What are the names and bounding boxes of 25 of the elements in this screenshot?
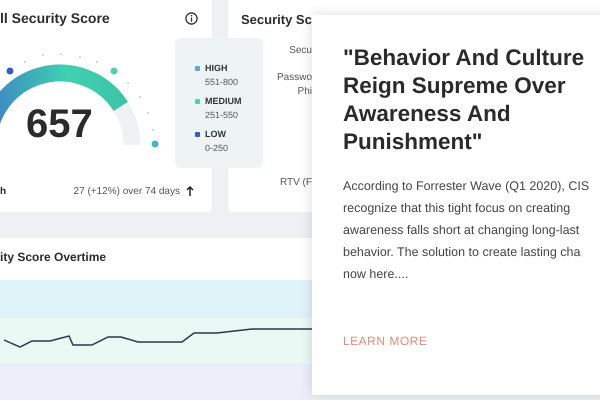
popup-text: now here.... (343, 266, 410, 283)
category-label: RTV (F (280, 176, 312, 190)
popup-text: recognize that this tight focus on creating (343, 200, 572, 217)
footer-label: h (0, 185, 6, 199)
up-arrow-icon (186, 186, 194, 197)
category-label: Phi (298, 85, 312, 99)
popup-text: According to Forrester Wave (Q1 2020), CIS (343, 178, 590, 195)
legend-label: MEDIUM (205, 95, 242, 108)
popup-title: "Behavior And Culture Reign Supreme Over Awareness And Punishment" (343, 44, 586, 156)
learn-more-link[interactable]: LEARN MORE (343, 332, 428, 350)
popup-text: behavior. The solution to create lasting cha (343, 244, 582, 261)
card-title: Security Sc (241, 11, 312, 29)
category-label: Secu (289, 44, 312, 58)
card-title: ll Security Score (0, 9, 110, 28)
legend-range: 251-550 (204, 108, 240, 122)
legend-label: HIGH (205, 62, 228, 75)
legend-label: LOW (205, 128, 226, 141)
popup-text: awareness falls short at changing long-last (343, 222, 580, 239)
legend-range: 0-250 (204, 142, 230, 154)
score-value: 657 (26, 104, 93, 144)
trend-text: 27 (+12%) over 74 days (74, 185, 180, 199)
legend-range: 551-800 (204, 76, 240, 88)
card-title: ity Score Overtime (0, 249, 106, 266)
info-icon[interactable] (185, 12, 198, 25)
category-label: Passwo (276, 71, 312, 85)
